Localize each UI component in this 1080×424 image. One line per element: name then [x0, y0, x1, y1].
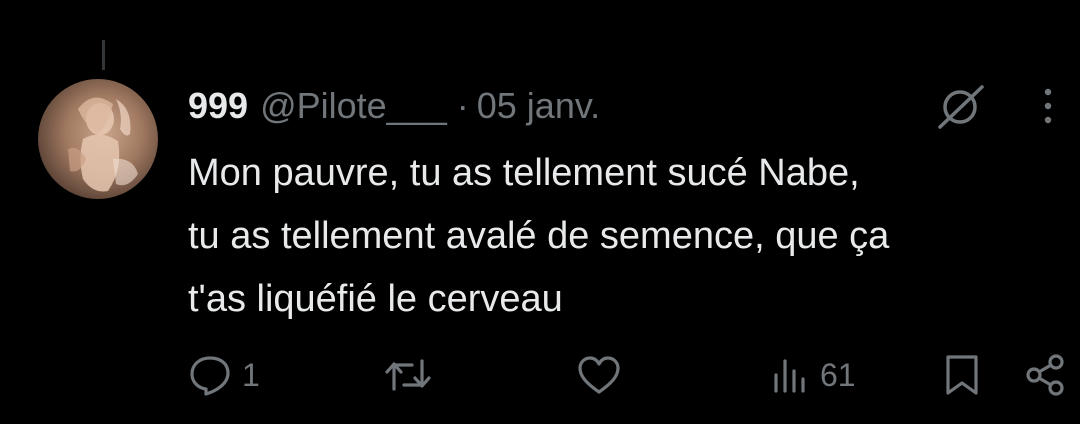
repost-icon	[385, 359, 431, 391]
grok-icon[interactable]	[930, 82, 990, 132]
tweet-text-line: tu as tellement avalé de semence, que ça	[188, 215, 890, 257]
tweet-date[interactable]: 05 janv.	[477, 85, 600, 127]
tweet-header: 999 @Pilote___ · 05 janv.	[188, 84, 600, 128]
heart-icon	[578, 356, 620, 394]
reply-icon	[190, 356, 230, 396]
reply-button[interactable]: 1	[188, 350, 260, 400]
tweet-text: Mon pauvre, tu as tellement sucé Nabe, t…	[188, 142, 1068, 331]
reply-count: 1	[242, 356, 260, 393]
avatar[interactable]	[38, 79, 158, 199]
tweet-text-line: t'as liquéfié le cerveau	[188, 278, 563, 320]
repost-button[interactable]	[384, 350, 442, 400]
views-icon	[774, 359, 805, 393]
more-icon[interactable]	[1036, 84, 1060, 128]
action-bar: 1 61	[0, 350, 1080, 400]
display-name[interactable]: 999	[188, 85, 248, 127]
like-button[interactable]	[576, 350, 632, 400]
views-button[interactable]: 61	[770, 350, 856, 400]
thread-connector-line	[102, 40, 105, 70]
user-handle[interactable]: @Pilote___	[260, 85, 447, 127]
bookmark-button[interactable]	[942, 350, 982, 400]
bookmark-icon	[946, 355, 978, 395]
separator-dot: ·	[456, 85, 469, 126]
views-count: 61	[820, 356, 856, 393]
share-icon	[1026, 354, 1064, 396]
share-button[interactable]	[1024, 350, 1068, 400]
tweet-text-line: Mon pauvre, tu as tellement sucé Nabe,	[188, 152, 860, 194]
